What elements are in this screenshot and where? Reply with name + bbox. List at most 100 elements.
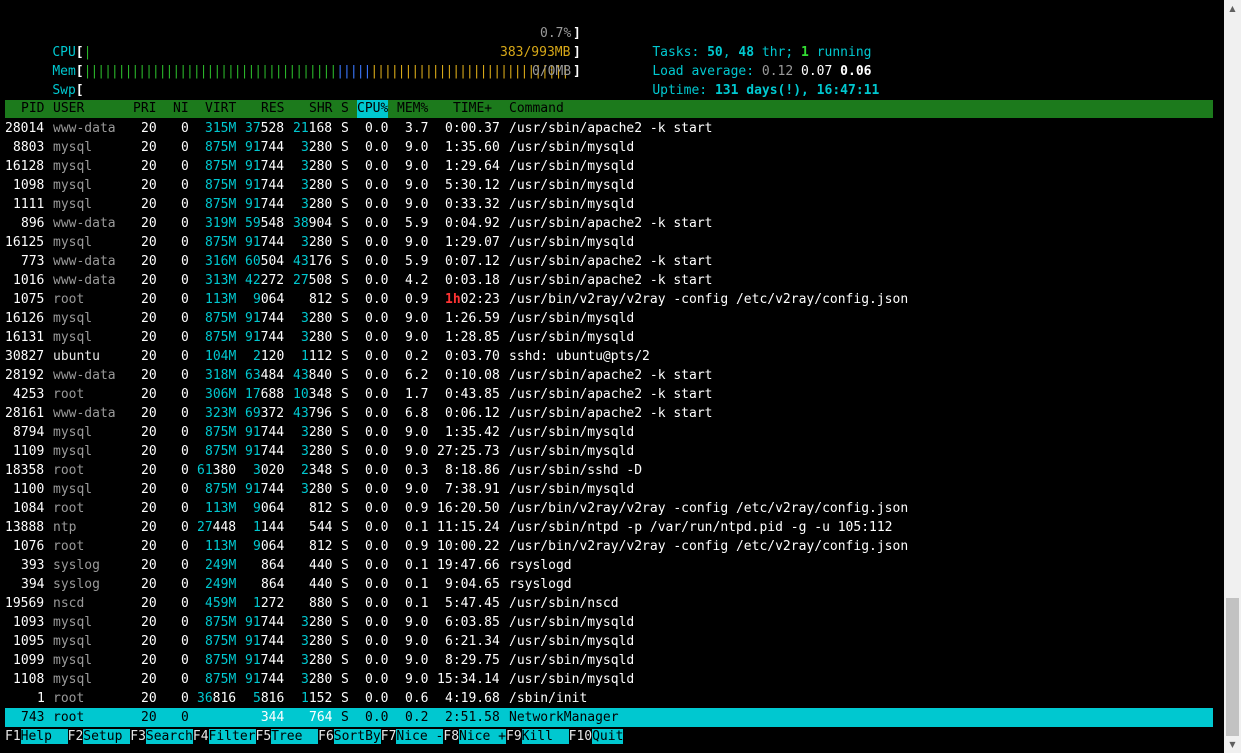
user-cell: root <box>53 292 85 307</box>
command-cell: /usr/sbin/apache2 -k start <box>509 254 713 269</box>
fkey-label-f6[interactable]: SortBy <box>333 729 381 744</box>
fkey-label-f4[interactable]: Filter <box>208 729 256 744</box>
table-row[interactable]: 16125 mysql 20 0 875M 91744 3280 S 0.0 9.0 1:29.07… <box>0 233 1214 252</box>
table-row-selected[interactable]: 743 root 20 0 336M 2344 764 S 0.0 0.2 2:51.58 Netwo… <box>5 708 1213 727</box>
col-virt[interactable]: VIRT <box>205 100 236 118</box>
col-cpu-sorted[interactable]: CPU% <box>357 100 389 118</box>
user-cell: ntp <box>53 520 77 535</box>
table-row[interactable]: 1111 mysql 20 0 875M 91744 3280 S 0.0 9.0 0:33.32 /… <box>0 195 1214 214</box>
fkey-label-f9[interactable]: Kill <box>521 729 569 744</box>
ni-cell: 0 <box>181 235 189 250</box>
col-user[interactable]: USER <box>53 100 84 118</box>
col-shr[interactable]: SHR <box>309 100 332 118</box>
pri-cell: 20 <box>141 539 157 554</box>
virt-cell: 27448 <box>197 520 237 535</box>
table-row[interactable]: 28161 www-data 20 0 323M 69372 43796 S 0.0 6.8 0:0… <box>0 404 1214 423</box>
command-cell: /usr/sbin/mysqld <box>509 330 635 345</box>
table-row[interactable]: 1 root 20 0 36816 5816 1152 S 0.0 0.6 4:19.68/sbin… <box>0 689 1214 708</box>
col-ni[interactable]: NI <box>173 100 189 118</box>
fkey-label-f7[interactable]: Nice - <box>396 729 444 744</box>
shr-cell: 1152 <box>301 691 333 706</box>
table-row[interactable]: 18358 root 20 0 61380 3020 2348 S 0.0 0.3 8:18.86 /… <box>0 461 1214 480</box>
table-row[interactable]: 1075 root 20 0 113M 9064 812 S 0.0 0.9 1h02:23/usr… <box>0 290 1214 309</box>
col-pri[interactable]: PRI <box>133 100 156 118</box>
mem-cell: 9.0 <box>405 311 429 326</box>
fkey-f3[interactable]: F3 <box>130 729 146 744</box>
table-row[interactable]: 1098 mysql 20 0 875M 91744 3280 S 0.0 9.0 5:30.12 /… <box>0 176 1214 195</box>
pid-cell: 1 <box>37 691 45 706</box>
table-row[interactable]: 30827 ubuntu 20 0 104M 2120 1112 S 0.0 0.2 0:03.70… <box>0 347 1214 366</box>
user-cell: mysql <box>53 634 93 649</box>
state-cell: S <box>341 615 349 630</box>
fkey-label-f10[interactable]: Quit <box>592 729 624 744</box>
col-res[interactable]: RES <box>261 100 284 118</box>
table-row[interactable]: 4253 root 20 0 306M 17688 10348 S 0.0 1.7 0:43.85 /… <box>0 385 1214 404</box>
cpu-cell: 0.0 <box>365 615 389 630</box>
table-row[interactable]: 13888 ntp 20 0 27448 1144 544 S 0.0 0.1 11:15.24/u… <box>0 518 1214 537</box>
table-row[interactable]: 896 www-data 20 0 319M 59548 38904 S 0.0 5.9 0:04.… <box>0 214 1214 233</box>
table-row[interactable]: 1108 mysql 20 0 875M 91744 3280 S 0.0 9.0 15:34.14… <box>0 670 1214 689</box>
fkey-f8[interactable]: F8 <box>443 729 460 744</box>
shr-cell: 3280 <box>301 311 333 326</box>
table-row[interactable]: 16131 mysql 20 0 875M 91744 3280 S 0.0 9.0 1:28.85… <box>0 328 1214 347</box>
scroll-up-icon[interactable]: ▲ <box>1224 0 1241 17</box>
fkey-f10[interactable]: F10 <box>568 729 593 744</box>
fkey-f5[interactable]: F5 <box>255 729 272 744</box>
table-row[interactable]: 19569 nscd 20 0 459M 1272 880 S 0.0 0.1 5:47.45/us… <box>0 594 1214 613</box>
vertical-scrollbar[interactable]: ▲ ▼ <box>1224 0 1241 753</box>
table-row[interactable]: 1093 mysql 20 0 875M 91744 3280 S 0.0 9.0 6:03.85 /… <box>0 613 1214 632</box>
fkey-f9[interactable]: F9 <box>506 729 522 744</box>
shr-cell: 440 <box>309 558 333 573</box>
fkey-label-f2[interactable]: Setup <box>83 729 131 744</box>
table-row[interactable]: 394 syslog 20 0 249M 864 440 S 0.0 0.1 9:04.65 rsys… <box>0 575 1214 594</box>
virt-cell: 875M <box>205 653 237 668</box>
scroll-thumb[interactable] <box>1226 598 1239 736</box>
virt-cell: 36816 <box>197 691 237 706</box>
command-cell: sshd: ubuntu@pts/2 <box>509 349 650 364</box>
state-cell: S <box>341 691 349 706</box>
shr-cell: 27508 <box>293 273 333 288</box>
cpu-cell: 0.0 <box>365 197 389 212</box>
fkey-label-f1[interactable]: Help <box>20 729 68 744</box>
res-cell: 1272 <box>253 596 285 611</box>
table-row[interactable]: 8794 mysql 20 0 875M 91744 3280 S 0.0 9.0 1:35.42 /… <box>0 423 1214 442</box>
state-cell: S <box>341 596 349 611</box>
fkey-f4[interactable]: F4 <box>192 729 209 744</box>
fkey-f2[interactable]: F2 <box>67 729 84 744</box>
fkey-f1[interactable]: F1 <box>5 729 21 744</box>
table-row[interactable]: 16128 mysql 20 0 875M 91744 3280 S 0.0 9.0 1:29.64… <box>0 157 1214 176</box>
table-row[interactable]: 773 www-data 20 0 316M 60504 43176 S 0.0 5.9 0:07.… <box>0 252 1214 271</box>
scroll-down-icon[interactable]: ▼ <box>1224 736 1241 753</box>
table-row[interactable]: 28192 www-data 20 0 318M 63484 43840 S 0.0 6.2 0:1… <box>0 366 1214 385</box>
mem-cell: 1.7 <box>405 387 429 402</box>
table-row[interactable]: 1100 mysql 20 0 875M 91744 3280 S 0.0 9.0 7:38.91 /… <box>0 480 1214 499</box>
col-mem[interactable]: MEM% <box>397 100 428 118</box>
fkey-label-f8[interactable]: Nice + <box>459 729 506 744</box>
table-row[interactable]: 1099 mysql 20 0 875M 91744 3280 S 0.0 9.0 8:29.75 /… <box>0 651 1214 670</box>
table-row[interactable]: 28014 www-data 20 0 315M 37528 21168 S 0.0 3.7 0:0… <box>0 119 1214 138</box>
fkey-label-f5[interactable]: Tree <box>271 729 319 744</box>
table-row[interactable]: 1109 mysql 20 0 875M 91744 3280 S 0.0 9.0 27:25.73… <box>0 442 1214 461</box>
col-command[interactable]: Command <box>509 100 564 118</box>
user-cell: syslog <box>53 577 100 592</box>
fkey-f7[interactable]: F7 <box>380 729 397 744</box>
fkey-f6[interactable]: F6 <box>318 729 334 744</box>
col-time[interactable]: TIME+ <box>453 100 492 118</box>
time-cell: 10:00.22 <box>437 539 500 554</box>
cpu-cell: 0.0 <box>365 672 389 687</box>
table-row[interactable]: 1095 mysql 20 0 875M 91744 3280 S 0.0 9.0 6:21.34 /… <box>0 632 1214 651</box>
virt-cell: 336M <box>205 710 237 725</box>
terminal-window[interactable]: CPU[| 0.7% ] Mem[|||||||||||||||||||||||… <box>0 0 1224 753</box>
virt-cell: 316M <box>205 254 237 269</box>
table-row[interactable]: 1016 www-data 20 0 313M 42272 27508 S 0.0 4.2 0:03… <box>0 271 1214 290</box>
table-row[interactable]: 16126 mysql 20 0 875M 91744 3280 S 0.0 9.0 1:26.59… <box>0 309 1214 328</box>
fkey-label-f3[interactable]: Search <box>145 729 193 744</box>
cpu-cell: 0.0 <box>365 140 389 155</box>
col-state[interactable]: S <box>341 100 349 118</box>
table-row[interactable]: 1084 root 20 0 113M 9064 812 S 0.0 0.9 16:20.50/us… <box>0 499 1214 518</box>
pid-cell: 1076 <box>13 539 45 554</box>
table-row[interactable]: 1076 root 20 0 113M 9064 812 S 0.0 0.9 10:00.22/us… <box>0 537 1214 556</box>
col-pid[interactable]: PID <box>21 100 44 118</box>
table-row[interactable]: 8803 mysql 20 0 875M 91744 3280 S 0.0 9.0 1:35.60 /… <box>0 138 1214 157</box>
table-row[interactable]: 393 syslog 20 0 249M 864 440 S 0.0 0.1 19:47.66 rsy… <box>0 556 1214 575</box>
